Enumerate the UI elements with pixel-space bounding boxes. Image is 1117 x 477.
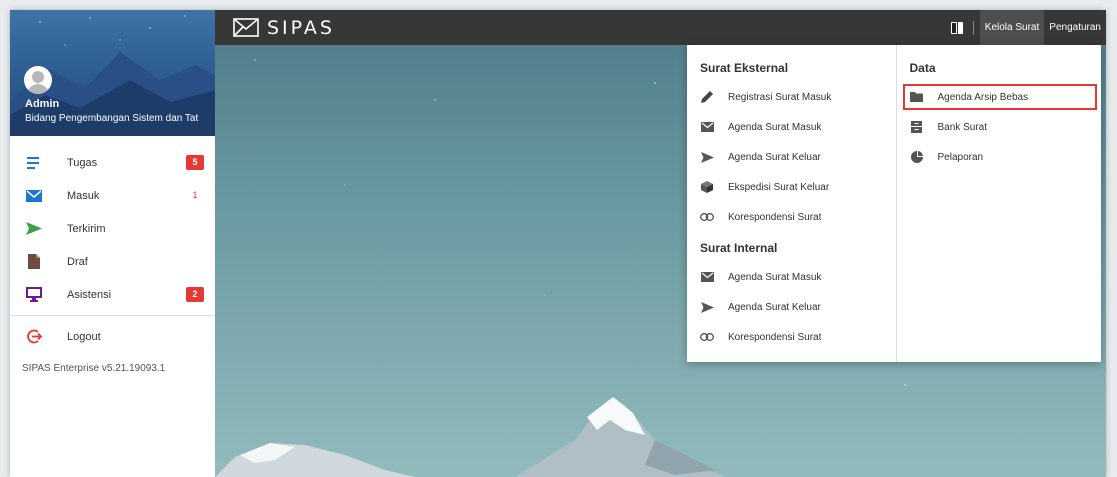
menu-item-label: Bank Surat xyxy=(937,121,987,133)
sidebar-item-label: Asistensi xyxy=(67,288,112,301)
send-icon xyxy=(700,150,714,164)
dropdown-column-data: Data Agenda Arsip Bebas Bank Surat Pelap… xyxy=(897,45,1102,362)
asistensi-count-badge: 2 xyxy=(186,287,204,302)
logout-icon xyxy=(26,329,42,345)
heading-surat-eksternal: Surat Eksternal xyxy=(700,61,789,75)
menu-item-label: Agenda Surat Masuk xyxy=(728,271,822,283)
send-icon xyxy=(700,300,714,314)
menu-item-label: Registrasi Surat Masuk xyxy=(728,91,832,103)
avatar[interactable] xyxy=(24,66,52,94)
menu-item-label: Agenda Arsip Bebas xyxy=(937,91,1029,103)
heading-data: Data xyxy=(909,61,936,75)
top-navbar: SIPAS Kelola Surat Pengaturan xyxy=(215,10,1106,45)
envelope-icon xyxy=(700,120,714,134)
top-menu: Kelola Surat Pengaturan xyxy=(950,10,1106,45)
menu-registrasi-surat-masuk[interactable]: Registrasi Surat Masuk xyxy=(687,82,896,112)
menu-pelaporan[interactable]: Pelaporan xyxy=(897,142,1102,172)
archive-icon xyxy=(910,120,924,134)
send-icon xyxy=(26,221,42,237)
masuk-count-badge: 1 xyxy=(192,190,198,200)
envelope-logo-icon xyxy=(233,18,259,37)
sidebar-item-tugas[interactable]: Tugas 5 xyxy=(10,146,215,179)
link-icon xyxy=(700,330,714,344)
user-unit: Bidang Pengembangan Sistem dan Tat xyxy=(25,113,199,124)
dropdown-column-surat: Surat Eksternal Registrasi Surat Masuk A… xyxy=(687,45,897,362)
menu-agenda-surat-keluar-internal[interactable]: Agenda Surat Keluar xyxy=(687,292,896,322)
sidebar: Admin Bidang Pengembangan Sistem dan Tat… xyxy=(10,10,216,477)
list-icon xyxy=(26,155,42,171)
sidebar-item-label: Terkirim xyxy=(67,222,106,235)
sidebar-item-label: Tugas xyxy=(67,156,98,169)
app-logo[interactable]: SIPAS xyxy=(233,17,335,39)
menu-item-label: Korespondensi Surat xyxy=(728,331,822,343)
link-icon xyxy=(700,210,714,224)
sidebar-item-masuk[interactable]: Masuk 1 xyxy=(10,179,215,212)
sidebar-item-terkirim[interactable]: Terkirim xyxy=(10,212,215,245)
monitor-icon xyxy=(26,287,42,303)
menu-agenda-surat-masuk-internal[interactable]: Agenda Surat Masuk xyxy=(687,262,896,292)
cube-icon xyxy=(700,180,714,194)
menu-item-label: Agenda Surat Masuk xyxy=(728,121,822,133)
menu-korespondensi-surat-internal[interactable]: Korespondensi Surat xyxy=(687,322,896,352)
menu-pengaturan[interactable]: Pengaturan xyxy=(1044,10,1106,45)
brand-name: SIPAS xyxy=(267,17,335,39)
menu-agenda-surat-masuk-eksternal[interactable]: Agenda Surat Masuk xyxy=(687,112,896,142)
book-icon[interactable] xyxy=(950,21,963,34)
menu-agenda-surat-keluar-eksternal[interactable]: Agenda Surat Keluar xyxy=(687,142,896,172)
tugas-count-badge: 5 xyxy=(186,155,204,170)
menu-bank-surat[interactable]: Bank Surat xyxy=(897,112,1102,142)
envelope-icon xyxy=(26,188,42,204)
menu-separator xyxy=(972,20,974,35)
app-version: SIPAS Enterprise v5.21.19093.1 xyxy=(22,363,166,374)
sidebar-divider xyxy=(10,315,215,316)
logout-button[interactable]: Logout xyxy=(10,320,215,353)
pencil-icon xyxy=(700,90,714,104)
pie-chart-icon xyxy=(910,150,924,164)
menu-kelola-surat[interactable]: Kelola Surat xyxy=(979,10,1045,45)
sidebar-item-asistensi[interactable]: Asistensi 2 xyxy=(10,278,215,311)
menu-item-label: Agenda Surat Keluar xyxy=(728,151,821,163)
app-window: Admin Bidang Pengembangan Sistem dan Tat… xyxy=(10,10,1106,477)
sidebar-item-draf[interactable]: Draf xyxy=(10,245,215,278)
menu-agenda-arsip-bebas[interactable]: Agenda Arsip Bebas xyxy=(902,84,1097,110)
logout-label: Logout xyxy=(67,330,101,343)
menu-item-label: Korespondensi Surat xyxy=(728,211,822,223)
file-icon xyxy=(26,254,42,270)
menu-item-label: Ekspedisi Surat Keluar xyxy=(728,181,830,193)
envelope-icon xyxy=(700,270,714,284)
menu-korespondensi-surat-eksternal[interactable]: Korespondensi Surat xyxy=(687,202,896,232)
main-area: SIPAS Kelola Surat Pengaturan Surat Ekst… xyxy=(215,10,1106,477)
sidebar-item-label: Draf xyxy=(67,255,88,268)
sidebar-item-label: Masuk xyxy=(67,189,100,202)
sidebar-nav: Tugas 5 Masuk 1 Terkirim Draf Asistensi … xyxy=(10,146,215,311)
menu-item-label: Pelaporan xyxy=(937,151,984,163)
kelola-surat-dropdown: Surat Eksternal Registrasi Surat Masuk A… xyxy=(687,45,1101,362)
menu-item-label: Agenda Surat Keluar xyxy=(728,301,821,313)
profile-header: Admin Bidang Pengembangan Sistem dan Tat xyxy=(10,10,215,136)
menu-ekspedisi-surat-keluar[interactable]: Ekspedisi Surat Keluar xyxy=(687,172,896,202)
folder-icon xyxy=(910,90,924,104)
user-name: Admin xyxy=(25,98,60,110)
heading-surat-internal: Surat Internal xyxy=(700,241,778,255)
